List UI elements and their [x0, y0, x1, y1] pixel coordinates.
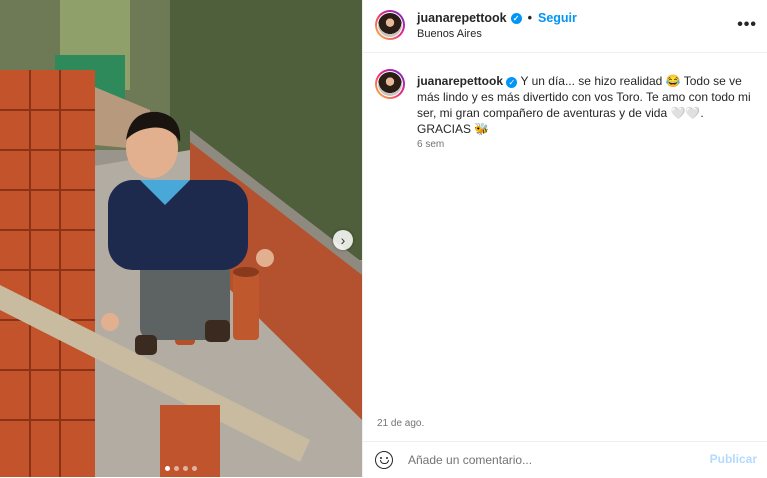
carousel-dot: [183, 466, 188, 471]
profile-photo: [378, 72, 402, 96]
carousel-dot: [192, 466, 197, 471]
post-sidebar: juanarepettook ✓ • Seguir Buenos Aires •…: [362, 0, 767, 477]
header-user-row: juanarepettook ✓ • Seguir: [417, 11, 577, 25]
post-date[interactable]: 21 de ago.: [377, 418, 424, 429]
caption-time-ago[interactable]: 6 sem: [417, 139, 444, 150]
caption: juanarepettook ✓ Y un día... se hizo rea…: [417, 73, 757, 137]
chevron-right-icon: ›: [340, 232, 346, 248]
separator: •: [527, 11, 532, 25]
carousel-dot: [165, 466, 170, 471]
publish-button[interactable]: Publicar: [710, 452, 757, 466]
follow-button[interactable]: Seguir: [538, 11, 577, 25]
avatar[interactable]: [375, 10, 405, 40]
post-header: juanarepettook ✓ • Seguir Buenos Aires •…: [363, 0, 767, 53]
comment-input[interactable]: [406, 452, 700, 468]
post-image[interactable]: ›: [0, 0, 362, 477]
post-dialog: › juanarepettook ✓ • Seguir Buenos Aires…: [0, 0, 767, 477]
more-options-icon[interactable]: •••: [737, 16, 757, 34]
comment-bar: Publicar: [363, 441, 767, 478]
verified-badge-icon: ✓: [510, 12, 522, 24]
emoji-icon[interactable]: [375, 451, 393, 469]
caption-username-link[interactable]: juanarepettook: [417, 74, 503, 88]
photo-boy-construction: [0, 0, 362, 477]
profile-photo: [378, 13, 402, 37]
location-link[interactable]: Buenos Aires: [417, 28, 482, 40]
carousel-next-button[interactable]: ›: [333, 230, 353, 250]
username-link[interactable]: juanarepettook: [417, 11, 507, 25]
caption-avatar[interactable]: [375, 69, 405, 99]
carousel-dot: [174, 466, 179, 471]
verified-badge-icon: ✓: [506, 77, 518, 88]
carousel-indicator: [0, 466, 362, 471]
